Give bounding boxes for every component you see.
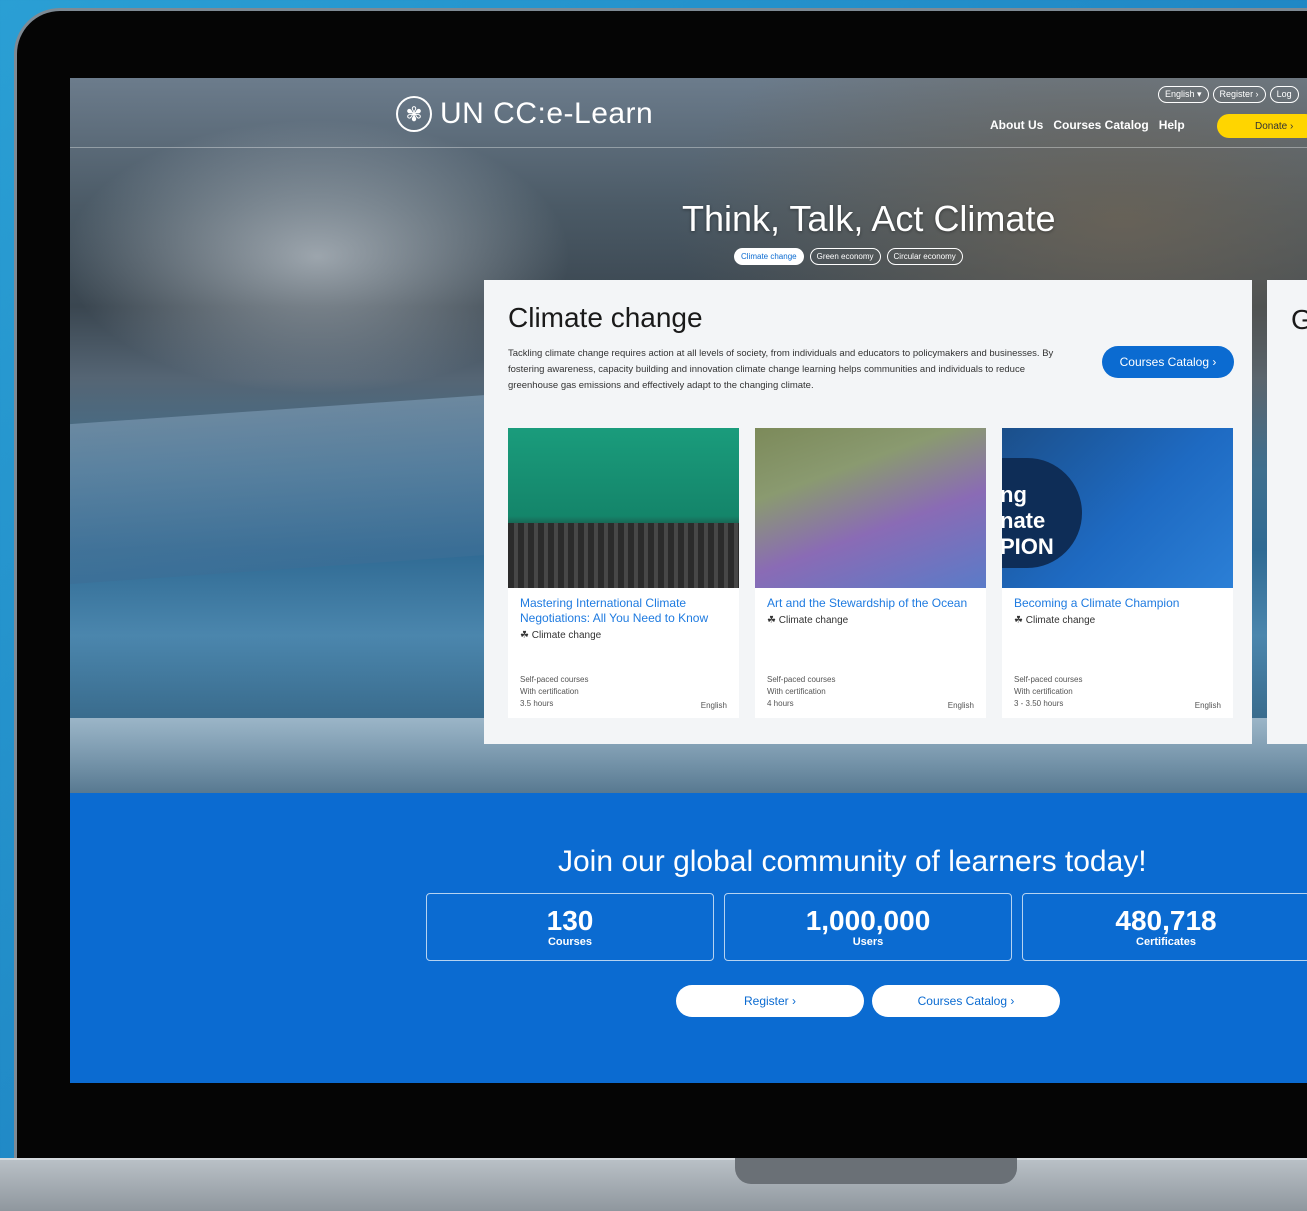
register-button[interactable]: Register › bbox=[676, 985, 864, 1017]
stats-row: 130 Courses 1,000,000 Users 480,718 Cert… bbox=[426, 893, 1307, 961]
course-tag-label: Climate change bbox=[1025, 615, 1096, 626]
nav-courses-catalog[interactable]: Courses Catalog bbox=[1053, 118, 1148, 132]
course-format: Self-paced courses bbox=[1014, 675, 1083, 684]
course-tag: ☘ Climate change bbox=[767, 615, 974, 626]
course-duration: 4 hours bbox=[767, 699, 794, 708]
leaf-icon: ☘ bbox=[520, 630, 532, 641]
topic-card-green-economy-partial[interactable]: G bbox=[1267, 280, 1307, 744]
course-card[interactable]: Art and the Stewardship of the Ocean ☘ C… bbox=[755, 428, 986, 718]
stat-value: 480,718 bbox=[1115, 905, 1217, 936]
course-title[interactable]: Becoming a Climate Champion bbox=[1014, 596, 1221, 611]
course-thumbnail[interactable] bbox=[508, 428, 739, 588]
topic-card-climate-change: Climate change Tackling climate change r… bbox=[484, 280, 1252, 744]
leaf-icon: ☘ bbox=[1014, 615, 1026, 626]
laptop-notch bbox=[735, 1158, 1017, 1184]
course-tag: ☘ Climate change bbox=[520, 630, 727, 641]
courses-catalog-button[interactable]: Courses Catalog › bbox=[1102, 346, 1234, 378]
course-language: English bbox=[1194, 701, 1221, 710]
stat-value: 130 bbox=[546, 905, 594, 936]
course-thumbnail[interactable]: ng nate PION bbox=[1002, 428, 1233, 588]
course-title[interactable]: Mastering International Climate Negotiat… bbox=[520, 596, 727, 626]
course-tag: ☘ Climate change bbox=[1014, 615, 1221, 626]
course-meta: Self-paced courses With certification 3.… bbox=[520, 674, 588, 710]
course-thumbnail[interactable] bbox=[755, 428, 986, 588]
topic-card-title: Climate change bbox=[508, 302, 703, 333]
site-logo[interactable]: ✾ UN CC:e-Learn bbox=[396, 96, 653, 132]
stat-label: Courses bbox=[547, 936, 593, 948]
course-meta: Self-paced courses With certification 3 … bbox=[1014, 674, 1082, 710]
nav-help[interactable]: Help bbox=[1159, 118, 1185, 132]
laptop-base bbox=[0, 1158, 1307, 1211]
stat-certificates: 480,718 Certificates bbox=[1022, 893, 1307, 961]
stat-courses: 130 Courses bbox=[426, 893, 714, 961]
course-certification: With certification bbox=[1014, 687, 1073, 696]
donate-button[interactable]: Donate › bbox=[1217, 114, 1307, 138]
course-format: Self-paced courses bbox=[767, 675, 836, 684]
course-duration: 3.5 hours bbox=[520, 699, 554, 708]
un-emblem-icon: ✾ bbox=[396, 96, 432, 132]
laptop-screen: ✾ UN CC:e-Learn English ▾ Register › Log… bbox=[70, 78, 1307, 1083]
nav-about-us[interactable]: About Us bbox=[990, 118, 1043, 132]
logo-text: UN CC:e-Learn bbox=[440, 97, 654, 130]
hero-title: Think, Talk, Act Climate bbox=[682, 198, 1056, 239]
register-link[interactable]: Register › bbox=[1212, 86, 1266, 103]
login-link[interactable]: Log bbox=[1269, 86, 1299, 103]
topic-card-title: G bbox=[1291, 304, 1307, 335]
topic-card-description: Tackling climate change requires action … bbox=[508, 348, 1054, 391]
course-meta: Self-paced courses With certification 4 … bbox=[767, 674, 835, 710]
climate-champion-artwork: ng nate PION bbox=[1002, 458, 1082, 568]
course-format: Self-paced courses bbox=[520, 675, 589, 684]
tab-climate-change[interactable]: Climate change bbox=[734, 248, 804, 265]
stat-users: 1,000,000 Users bbox=[724, 893, 1012, 961]
main-nav: About Us Courses Catalog Help bbox=[990, 118, 1185, 132]
top-navigation-bar: ✾ UN CC:e-Learn English ▾ Register › Log… bbox=[70, 78, 1307, 148]
topic-tabs: Climate change Green economy Circular ec… bbox=[734, 248, 963, 265]
tab-green-economy[interactable]: Green economy bbox=[809, 248, 881, 265]
course-grid: Mastering International Climate Negotiat… bbox=[508, 428, 1233, 718]
utility-links: English ▾ Register › Log bbox=[1158, 86, 1299, 103]
course-language: English bbox=[700, 701, 727, 710]
course-certification: With certification bbox=[767, 687, 826, 696]
courses-catalog-button[interactable]: Courses Catalog › bbox=[872, 985, 1060, 1017]
course-title[interactable]: Art and the Stewardship of the Ocean bbox=[767, 596, 974, 611]
stat-label: Users bbox=[852, 936, 884, 948]
course-certification: With certification bbox=[520, 687, 579, 696]
stat-value: 1,000,000 bbox=[805, 905, 931, 936]
course-duration: 3 - 3.50 hours bbox=[1014, 699, 1064, 708]
leaf-icon: ☘ bbox=[767, 615, 779, 626]
course-card[interactable]: ng nate PION Becoming a Climate Champion ☘… bbox=[1002, 428, 1233, 718]
course-language: English bbox=[947, 701, 974, 710]
community-title: Join our global community of learners to… bbox=[558, 845, 1147, 878]
course-card[interactable]: Mastering International Climate Negotiat… bbox=[508, 428, 739, 718]
conference-audience-image bbox=[508, 523, 739, 588]
cta-row: Register › Courses Catalog › bbox=[676, 985, 1060, 1017]
community-section: Join our global community of learners to… bbox=[70, 793, 1307, 1083]
stat-label: Certificates bbox=[1136, 936, 1196, 948]
language-selector[interactable]: English ▾ bbox=[1158, 86, 1209, 103]
course-tag-label: Climate change bbox=[778, 615, 849, 626]
course-tag-label: Climate change bbox=[531, 630, 602, 641]
tab-circular-economy[interactable]: Circular economy bbox=[886, 248, 963, 265]
